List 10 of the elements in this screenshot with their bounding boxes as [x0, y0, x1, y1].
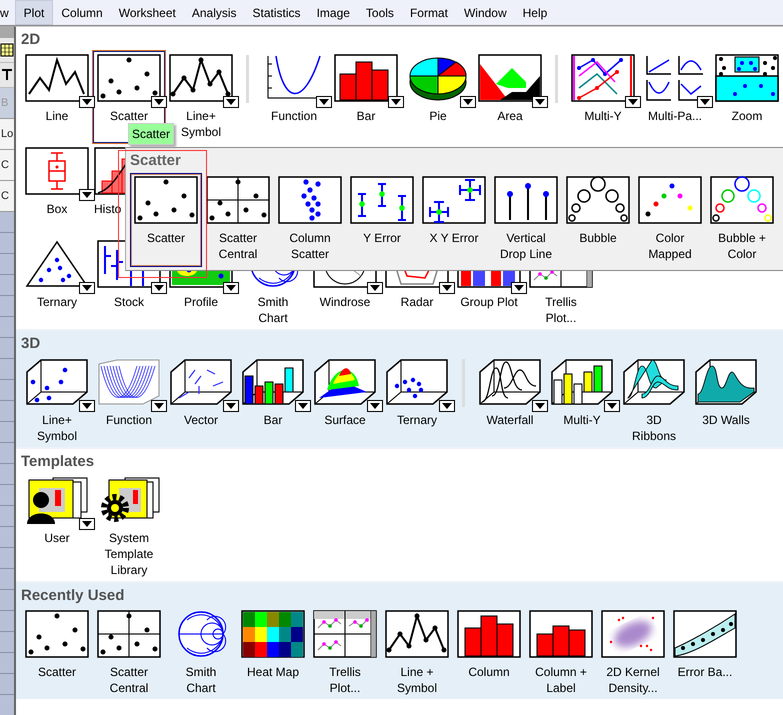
section-title: Templates [21, 452, 94, 472]
panel-label: B [0, 88, 14, 119]
section-title: 2D [21, 30, 40, 50]
tooltip: Scatter [128, 123, 174, 145]
section-title: Recently Used [21, 586, 124, 606]
panel-label: C [0, 181, 14, 212]
section-title: 3D [21, 334, 40, 354]
panel-label: Lo [0, 119, 14, 150]
panel-label: C [0, 150, 14, 181]
submenu-title: Scatter [130, 151, 181, 171]
